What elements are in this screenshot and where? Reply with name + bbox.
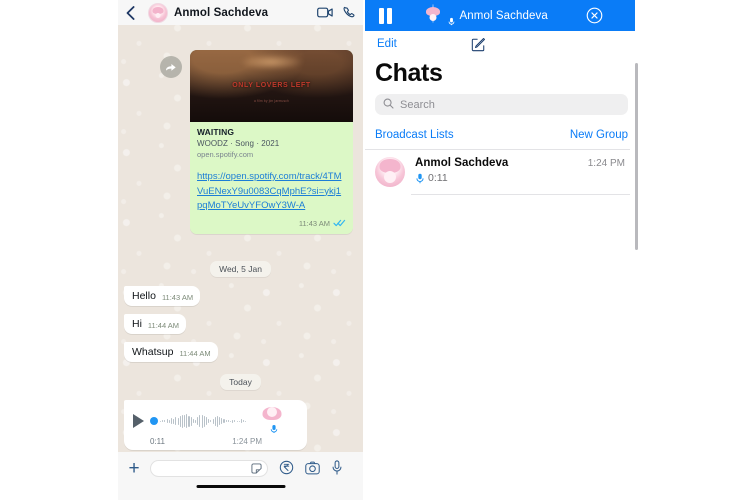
forward-arrow-icon[interactable] [160,56,182,78]
voice-note-avatar-wrap [270,407,300,435]
date-divider-today: Today [118,374,363,390]
link-text-wrapper: https://open.spotify.com/track/4TMVuENex… [190,166,353,218]
camera-icon[interactable] [305,461,320,475]
play-icon[interactable] [133,414,144,428]
input-bar-actions [279,460,343,475]
spotify-url-link[interactable]: https://open.spotify.com/track/4TMVuENex… [197,170,346,214]
voice-progress-handle[interactable] [150,417,158,425]
pause-icon[interactable] [379,7,392,24]
artwork-subtitle: a film by jim jarmusch [253,98,290,103]
message-timestamp: 1:24 PM [232,437,262,446]
read-receipt-icon [333,219,346,229]
search-wrapper [365,94,750,115]
message-bubble-whatsup[interactable]: Whatsup 11:44 AM [124,342,218,362]
preview-title: WAITING [197,127,235,137]
edit-button[interactable]: Edit [377,38,397,50]
link-preview-meta: WAITING WOODZ · Song · 2021 open.spotify… [190,122,353,166]
chat-thread-panel: Anmol Sachdeva ONLY LOVERS LEFT a film b… [118,0,363,500]
broadcast-lists-button[interactable]: Broadcast Lists [375,129,454,141]
app-screen: Anmol Sachdeva ONLY LOVERS LEFT a film b… [0,0,750,500]
message-timestamp: 11:44 AM [147,321,180,330]
sticker-icon[interactable] [251,463,262,474]
message-timestamp: 11:44 AM [179,349,211,358]
link-message-footer: 11:43 AM [190,217,353,234]
voice-duration: 0:11 [150,437,165,446]
phone-icon[interactable] [343,6,356,19]
message-row: Hello 11:43 AM [118,286,363,306]
preview-domain: open.spotify.com [197,150,254,159]
message-text: Hello [132,290,156,302]
chat-list-panel: Anmol Sachdeva Edit Chats Search Broadca… [365,0,750,500]
date-divider-label: Wed, 5 Jan [210,261,271,277]
message-bubble-hello[interactable]: Hello 11:43 AM [124,286,201,306]
voice-note-controls [133,407,300,435]
list-quick-actions: Broadcast Lists New Group [365,121,630,149]
chat-header: Anmol Sachdeva [118,0,363,25]
chat-header-actions [317,6,356,19]
message-text: Whatsup [132,346,174,358]
chat-list-toolbar: Edit [365,31,750,57]
chat-list-scrollbar[interactable] [635,63,638,250]
list-item-time: 1:24 PM [587,158,625,169]
voice-waveform-area[interactable] [150,413,266,429]
list-item[interactable]: Anmol Sachdeva 1:24 PM 0:11 [365,150,630,194]
message-timestamp: 11:43 AM [298,219,330,228]
chat-message-list[interactable]: ONLY LOVERS LEFT a film by jim jarmusch … [118,25,363,452]
search-input[interactable] [400,98,620,111]
chat-contact-name: Anmol Sachdeva [174,6,269,19]
message-bubble-hi[interactable]: Hi 11:44 AM [124,314,187,334]
microphone-icon [448,17,454,26]
message-text: Hi [132,318,142,330]
microphone-icon [416,173,424,183]
message-row: Hi 11:44 AM [118,314,363,334]
date-divider-label: Today [220,374,261,390]
new-group-button[interactable]: New Group [570,129,628,141]
voice-note-meta: 0:11 1:24 PM [133,437,300,446]
list-item-name: Anmol Sachdeva [415,157,509,169]
rupee-icon[interactable] [279,460,294,475]
search-icon [383,96,394,114]
message-row: Whatsup 11:44 AM [118,342,363,362]
page-title: Chats [375,59,443,87]
message-input-bar: + [118,452,363,500]
message-timestamp: 11:43 AM [161,293,194,302]
date-divider-wed: Wed, 5 Jan [118,261,363,277]
list-item-content: Anmol Sachdeva 1:24 PM 0:11 [415,157,628,184]
message-row: 0:11 1:24 PM [118,400,363,450]
plus-icon[interactable]: + [125,459,143,478]
back-chevron-icon[interactable] [122,5,138,21]
list-item-header: Anmol Sachdeva 1:24 PM [415,157,628,169]
playback-avatar-wrap [431,4,454,26]
chat-list-body: Edit Chats Search Broadcast Lists New Gr… [365,31,750,500]
voice-note-bubble[interactable]: 0:11 1:24 PM [124,400,307,450]
spotify-link-message[interactable]: ONLY LOVERS LEFT a film by jim jarmusch … [190,50,353,234]
video-camera-icon[interactable] [317,7,333,18]
list-item-duration: 0:11 [428,172,448,184]
microphone-icon [270,425,278,433]
playback-contact-name: Anmol Sachdeva [459,9,548,22]
waveform [160,413,247,429]
album-artwork: ONLY LOVERS LEFT a film by jim jarmusch [190,50,353,122]
search-box[interactable] [375,94,628,115]
artwork-title: ONLY LOVERS LEFT [232,81,311,89]
header-avatar[interactable] [148,2,168,23]
message-input[interactable] [160,463,251,474]
avatar [375,157,405,187]
list-divider [411,194,630,195]
list-item-preview: 0:11 [415,172,628,184]
microphone-icon[interactable] [331,460,343,475]
artwork-glow [238,54,305,71]
close-circle-icon[interactable] [586,7,603,24]
home-indicator [196,484,285,488]
playback-avatar [431,4,434,23]
compose-icon[interactable] [471,37,486,52]
preview-subtitle: WOODZ · Song · 2021 [197,139,280,148]
message-input-field[interactable] [150,460,268,477]
audio-playback-bar: Anmol Sachdeva [365,0,635,31]
